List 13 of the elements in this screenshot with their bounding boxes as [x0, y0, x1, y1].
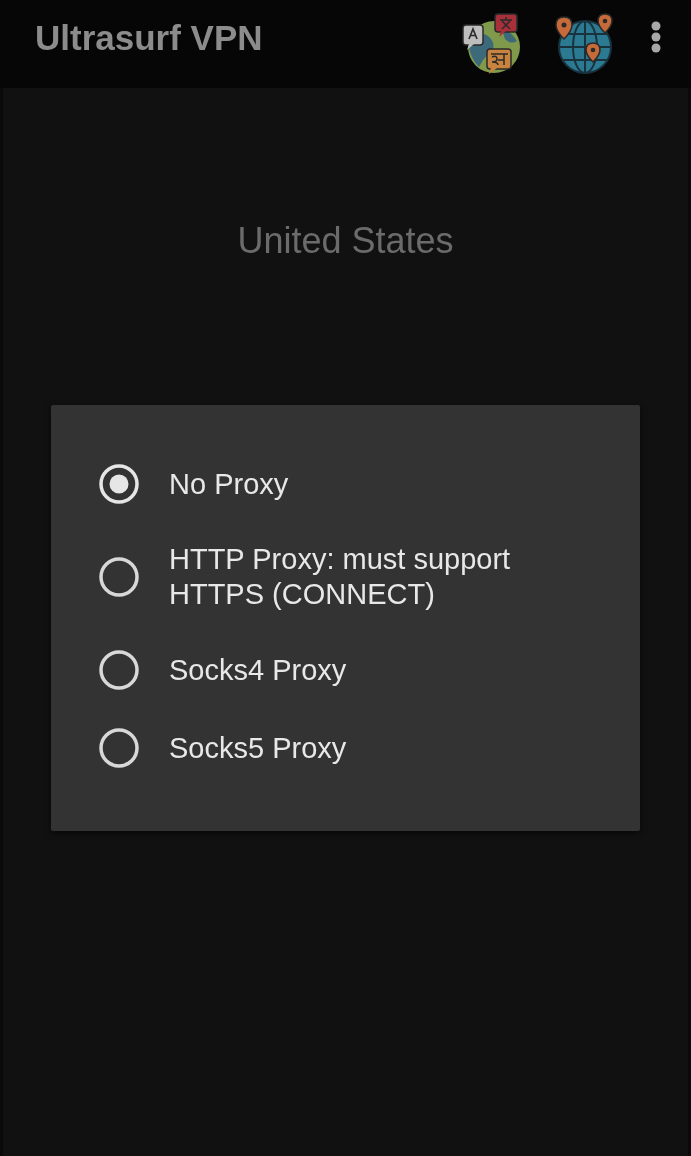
- option-label[interactable]: No Proxy: [169, 466, 289, 502]
- globe-pins-icon[interactable]: [555, 13, 615, 75]
- app-title: Ultrasurf VPN: [35, 19, 263, 59]
- option-label[interactable]: Socks4 Proxy: [169, 652, 347, 688]
- speech-bubbles-globe-icon[interactable]: [461, 13, 523, 75]
- radio-button[interactable]: [99, 464, 139, 504]
- radio-button[interactable]: [99, 557, 139, 597]
- option-label[interactable]: HTTP Proxy: must support HTTPS (CONNECT): [169, 542, 569, 612]
- country-name: United States: [237, 219, 454, 263]
- menu-icon[interactable]: [651, 21, 661, 53]
- radio-button[interactable]: [99, 728, 139, 768]
- option-label[interactable]: Socks5 Proxy: [169, 730, 347, 766]
- radio-button[interactable]: [99, 650, 139, 690]
